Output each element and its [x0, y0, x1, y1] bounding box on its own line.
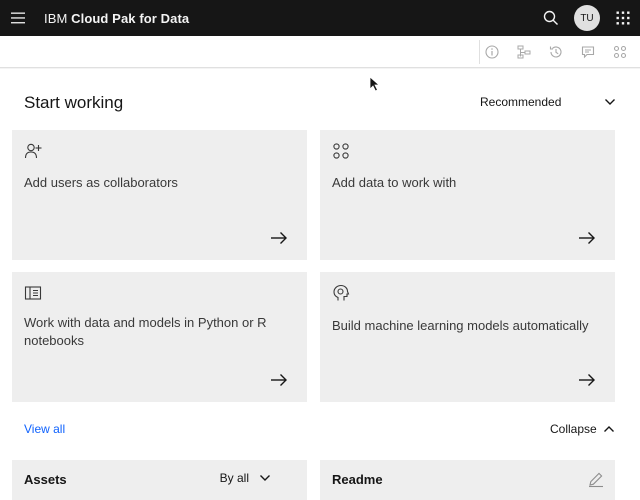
user-add-icon — [24, 143, 42, 159]
tile-label: Add data to work with — [332, 175, 457, 190]
product-name[interactable]: IBM Cloud Pak for Data — [44, 11, 189, 26]
assets-title: Assets — [24, 472, 67, 487]
chat-icon — [581, 46, 595, 59]
tile-label: Add users as collaborators — [24, 175, 178, 190]
data-icon — [333, 143, 349, 159]
chevron-down-icon — [260, 475, 270, 481]
flow-button[interactable] — [508, 36, 540, 68]
app-switcher-button[interactable] — [606, 0, 640, 36]
project-toolbar — [0, 36, 640, 68]
mouse-cursor-icon — [369, 76, 381, 92]
info-icon — [485, 45, 499, 59]
history-button[interactable] — [540, 36, 572, 68]
top-header: IBM Cloud Pak for Data TU — [0, 0, 640, 36]
assets-filter-dropdown[interactable]: By all — [220, 471, 271, 485]
info-button[interactable] — [476, 36, 508, 68]
arrow-right-icon — [579, 374, 595, 386]
ml-brain-icon — [333, 284, 350, 301]
hamburger-menu-icon — [11, 12, 25, 24]
recommended-dropdown[interactable]: Recommended — [480, 91, 616, 113]
tile-automl[interactable]: Build machine learning models automatica… — [320, 272, 615, 402]
search-button[interactable] — [534, 0, 568, 36]
readme-panel: Readme — [320, 460, 615, 500]
assets-filter-label: By all — [219, 471, 249, 485]
search-icon — [543, 10, 558, 25]
dropdown-label: Recommended — [480, 95, 562, 109]
collapse-button[interactable]: Collapse — [550, 419, 615, 439]
history-icon — [549, 46, 562, 58]
chevron-down-icon — [605, 99, 615, 105]
collapse-label: Collapse — [550, 422, 597, 436]
tile-add-data[interactable]: Add data to work with — [320, 130, 615, 260]
flow-icon — [517, 45, 531, 59]
app-switcher-icon — [616, 11, 630, 25]
notebook-icon — [24, 286, 42, 300]
start-working-title: Start working — [24, 93, 124, 112]
brand-product: Cloud Pak for Data — [71, 10, 190, 26]
tile-notebooks[interactable]: Work with data and models in Python or R… — [12, 272, 307, 402]
arrow-right-icon — [271, 232, 287, 244]
chevron-up-icon — [603, 426, 614, 432]
brand-prefix: IBM — [44, 10, 68, 26]
tile-label: Work with data and models in Python or R… — [24, 315, 267, 348]
tile-label: Build machine learning models automatica… — [332, 318, 589, 333]
view-all-link[interactable]: View all — [24, 422, 65, 436]
tile-add-collaborators[interactable]: Add users as collaborators — [12, 130, 307, 260]
assets-panel: Assets By all — [12, 460, 307, 500]
readme-title: Readme — [332, 472, 383, 487]
settings-adjust-button[interactable] — [604, 36, 636, 68]
arrow-right-icon — [271, 374, 287, 386]
user-avatar-button[interactable]: TU — [574, 5, 600, 31]
chat-button[interactable] — [572, 36, 604, 68]
hamburger-menu-button[interactable] — [0, 0, 36, 36]
arrow-right-icon — [579, 232, 595, 244]
settings-adjust-icon — [613, 45, 627, 59]
main-content: Start working Recommended Add users as c… — [0, 69, 640, 500]
edit-icon[interactable] — [587, 470, 605, 488]
